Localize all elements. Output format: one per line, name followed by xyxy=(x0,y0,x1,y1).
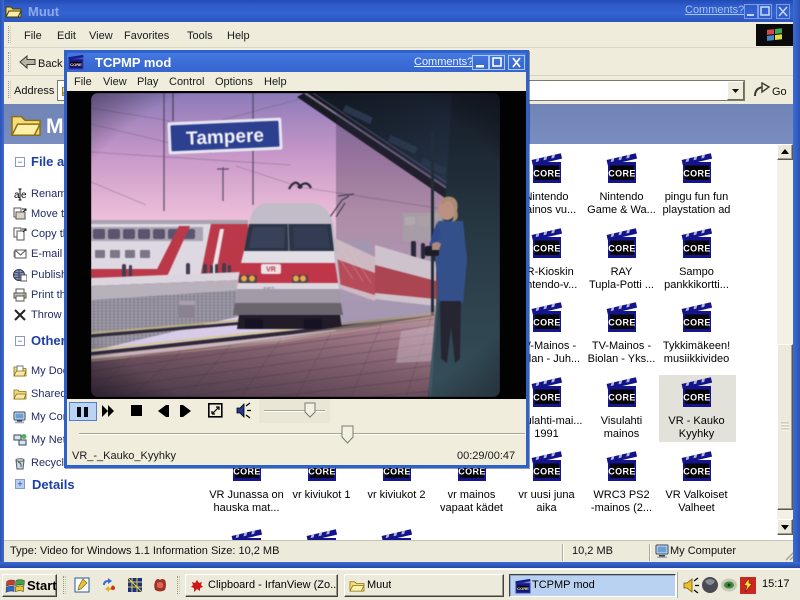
svg-text:CORE: CORE xyxy=(70,62,82,67)
svg-text:CORE: CORE xyxy=(517,586,529,591)
